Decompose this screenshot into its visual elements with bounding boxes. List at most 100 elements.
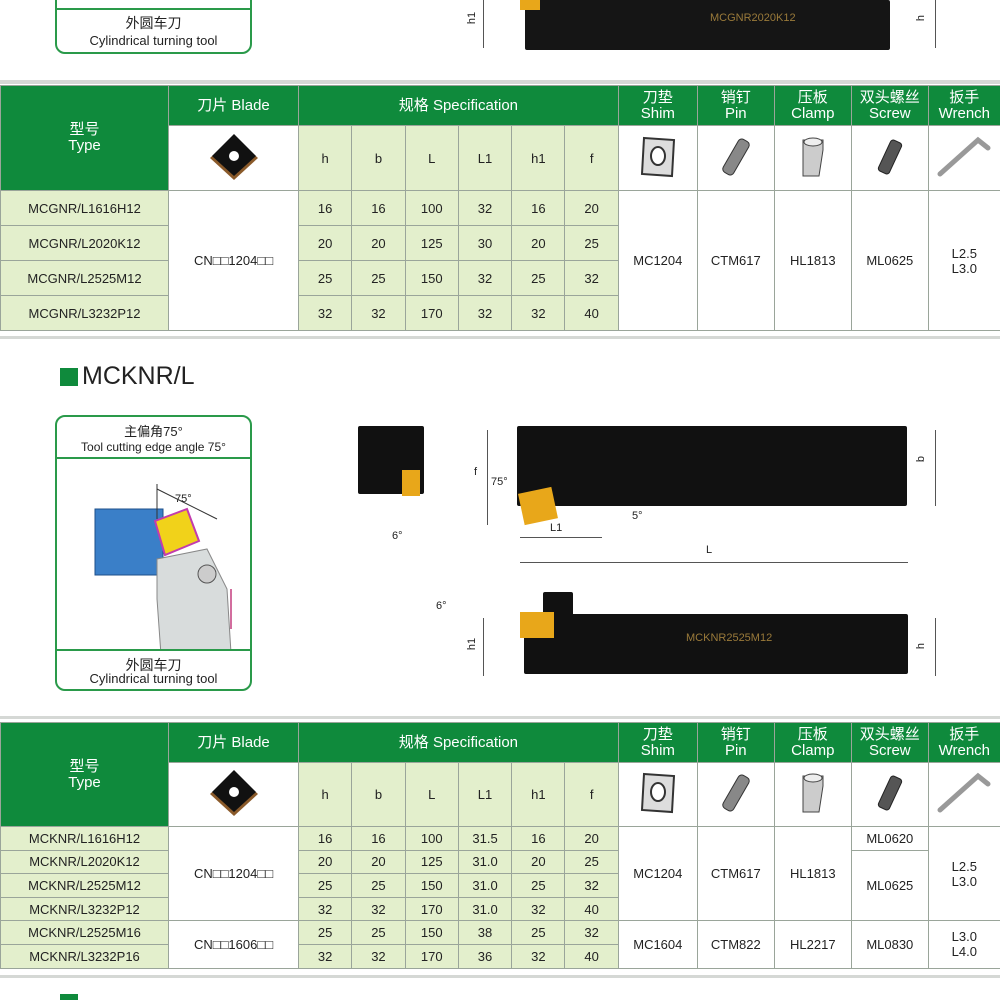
section-title: MCKNR/L: [60, 362, 195, 391]
spec-cell: 40: [564, 295, 619, 331]
spec-cell: 40: [564, 896, 619, 922]
spec-table-mcgnr: 型号 Type 刀片 Blade 规格 Specification 刀垫 Shim 销钉 Pi…: [0, 85, 1000, 331]
spec-cell: 32: [511, 295, 566, 331]
insert-end-view: [402, 470, 420, 496]
type-cell: MCKNR/L1616H12: [0, 826, 169, 851]
spec-cell: 16: [297, 826, 353, 851]
blade-image: [168, 125, 299, 191]
header-blade: 刀片 Blade: [168, 85, 299, 126]
wrench-icon: [934, 136, 994, 183]
shim-icon: [638, 772, 678, 819]
shim-image: [617, 762, 698, 827]
wrench-image: [927, 125, 1000, 191]
spec-cell: 170: [404, 295, 459, 331]
spec-cell: 32: [564, 920, 619, 945]
insert-icon: [204, 770, 264, 821]
spec-cell: 25: [564, 225, 619, 261]
dim-h: h: [915, 642, 928, 650]
header-spec: 规格 Specification: [298, 85, 619, 126]
wrench-cell: L3.0 L4.0: [927, 920, 1000, 969]
table-row: MCGNR/L1616H12 CN□□1204□□ 16 16 100 32 16 20 MC1…: [0, 190, 1000, 331]
screw-cell: ML0830: [850, 920, 929, 969]
spec-col-b: b: [351, 762, 406, 827]
screw-image: [850, 125, 929, 191]
holder-side-view: MCKNR2525M12: [524, 614, 908, 674]
spec-cell: 25: [297, 920, 353, 945]
type-cell: MCKNR/L3232P12: [0, 896, 169, 922]
section-marker-square: [60, 367, 78, 386]
spec-cell: 16: [351, 826, 406, 851]
screw-icon: [870, 139, 910, 183]
type-cell: MCKNR/L2525M12: [0, 873, 169, 898]
spec-col-L: L: [404, 762, 459, 827]
insert-top-view: [518, 486, 558, 526]
spec-cell: 30: [457, 225, 513, 261]
label-cn: 外圆车刀: [125, 15, 182, 31]
spec-col-h1: h1: [511, 125, 566, 191]
clamp-image: [773, 762, 852, 827]
spec-cell: 31.0: [457, 896, 513, 922]
holder-top-view: [517, 426, 907, 506]
clamp-icon: [793, 773, 833, 819]
spec-cell: 150: [404, 873, 459, 898]
type-cell: MCGNR/L1616H12: [0, 190, 169, 226]
type-cell: MCGNR/L3232P12: [0, 295, 169, 331]
spec-cell: 25: [564, 849, 619, 875]
header-screw: 双头螺丝 Screw: [850, 85, 929, 126]
spec-col-h: h: [297, 125, 353, 191]
spec-cell: 32: [564, 873, 619, 898]
dim-L: L: [706, 544, 713, 556]
spec-cell: 20: [297, 849, 353, 875]
spec-cell: 20: [511, 225, 566, 261]
spec-cell: 36: [457, 943, 513, 969]
blade-image: [168, 762, 299, 827]
spec-cell: 38: [457, 920, 513, 945]
insert-top: [520, 0, 540, 10]
dim-5: 5°: [632, 510, 643, 522]
spec-col-f: f: [564, 762, 619, 827]
screw-image: [850, 762, 929, 827]
wrench-cell: L2.5 L3.0: [927, 190, 1000, 331]
label-en: Cylindrical turning tool: [89, 33, 218, 48]
pin-cell: CTM822: [696, 920, 775, 969]
dim-L1: L1: [550, 522, 563, 534]
spec-cell: 32: [511, 896, 566, 922]
dim-h: h: [915, 14, 928, 22]
spec-cell: 170: [404, 896, 459, 922]
screw-cell: ML0625: [850, 190, 929, 331]
spec-cell: 100: [404, 826, 459, 851]
spec-cell: 20: [351, 225, 406, 261]
spec-col-L1: L1: [457, 125, 513, 191]
header-shim: 刀垫 Shim: [617, 85, 698, 126]
spec-cell: 16: [511, 190, 566, 226]
spec-cell: 20: [511, 849, 566, 875]
screw-cell: ML0625: [850, 849, 929, 922]
shim-cell: MC1204: [617, 190, 698, 331]
spec-cell: 100: [404, 190, 459, 226]
insert-side-view: [520, 612, 554, 638]
shim-cell: MC1204: [617, 825, 698, 922]
spec-col-L1: L1: [457, 762, 513, 827]
spec-cell: 16: [297, 190, 353, 226]
clamp-icon: [793, 137, 833, 183]
wrench-cell: L2.5 L3.0: [927, 825, 1000, 922]
spec-col-f: f: [564, 125, 619, 191]
spec-cell: 31.0: [457, 849, 513, 875]
spec-cell: 125: [404, 225, 459, 261]
blade-cell: CN□□1606□□: [168, 920, 299, 969]
header-wrench: 扳手 Wrench: [927, 722, 1000, 763]
spec-cell: 125: [404, 849, 459, 875]
header-row: 型号 Type 刀片 Blade 规格 Specification 刀垫 Shim 销钉 Pi…: [0, 85, 1000, 191]
table-row: MCKNR/L1616H12 CN□□1204□□ 16 16 100 31.5 16 20 M…: [0, 825, 1000, 922]
holder-side-view-top: MCGNR2020K12: [525, 0, 890, 50]
table-row: MCKNR/L2525M16 CN□□1606□□ 25 25 150 38 25 32 MC1…: [0, 920, 1000, 969]
spec-cell: 32: [297, 943, 353, 969]
header-type: 型号 Type: [0, 722, 169, 827]
spec-cell: 32: [297, 295, 353, 331]
type-cell: MCKNR/L2525M16: [0, 920, 169, 945]
clamp-cell: HL1813: [773, 190, 852, 331]
dim-f: f: [474, 466, 478, 478]
dim-6-front: 6°: [392, 530, 403, 542]
type-cell: MCKNR/L2020K12: [0, 849, 169, 875]
spec-cell: 25: [351, 873, 406, 898]
